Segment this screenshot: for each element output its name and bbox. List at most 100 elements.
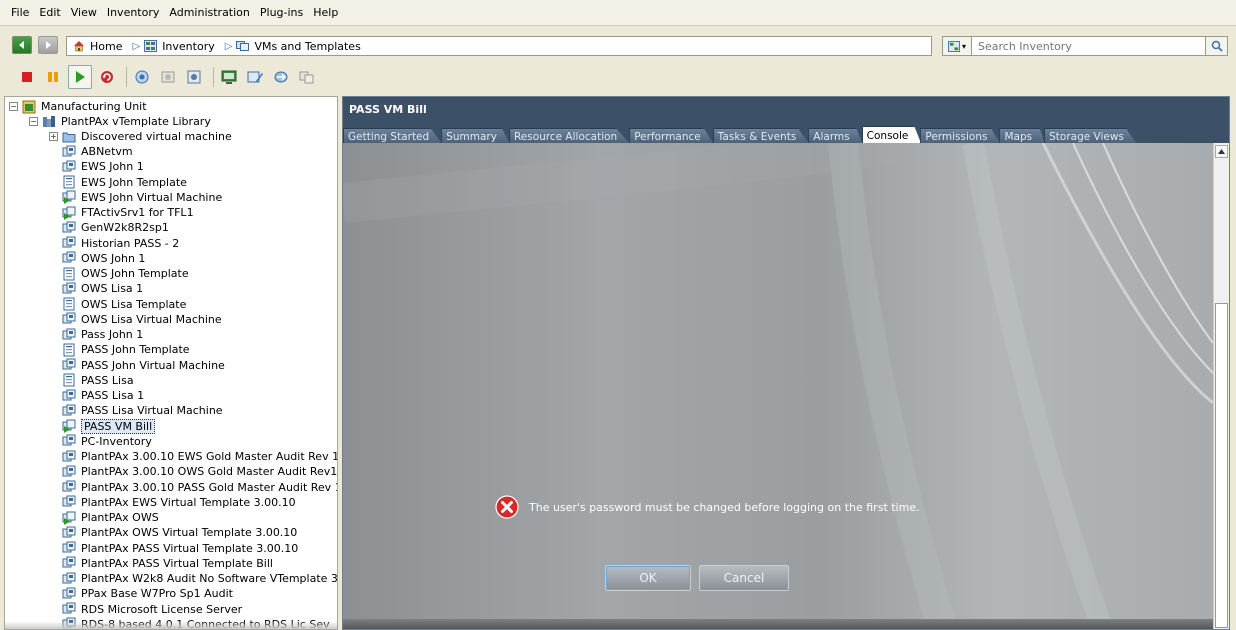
virtual-machine-icon [62,404,76,416]
back-button[interactable] [12,36,32,54]
console-screen[interactable]: The user's password must be changed befo… [343,143,1213,629]
breadcrumb-home[interactable]: Home [73,40,122,53]
virtual-machine-icon [62,602,76,614]
tree-item[interactable]: ABNetvm [62,144,133,159]
tree-item[interactable]: PC-Inventory [62,434,152,449]
expand-icon[interactable]: + [49,132,58,141]
migrate-icon [274,71,288,83]
power-on-button[interactable] [68,65,92,89]
tree-item[interactable]: GenW2k8R2sp1 [62,220,169,235]
menu-administration[interactable]: Administration [164,6,255,19]
scroll-thumb[interactable] [1215,303,1228,628]
revert-snapshot-icon [161,71,175,83]
tree-item[interactable]: PlantPAx PASS Virtual Template 3.00.10 [62,541,298,556]
tree-item[interactable]: OWS Lisa 1 [62,281,143,296]
reset-button[interactable] [96,66,118,88]
tab-resource-allocation[interactable]: Resource Allocation [508,128,631,144]
tree-item[interactable]: PASS John Template [62,342,190,357]
migrate-button[interactable] [270,66,292,88]
panel-header: PASS VM Bill Getting Started Summary Resou… [343,97,1229,145]
breadcrumb-inventory[interactable]: Inventory [144,40,215,53]
scroll-up-button[interactable] [1215,145,1228,158]
tree-item[interactable]: RDS Microsoft License Server [62,602,242,617]
tree-item[interactable]: OWS Lisa Template [62,297,186,312]
navigation-bar: Home ▷ Inventory ▷ VMs and Templates ▾ [0,30,1236,60]
edit-settings-icon [247,71,263,83]
forward-button[interactable] [38,36,58,54]
tree-item[interactable]: EWS John Virtual Machine [62,190,222,205]
tree-item[interactable]: PASS John Virtual Machine [62,358,225,373]
page-title: PASS VM Bill [349,103,427,116]
tree-item[interactable]: EWS John Template [62,175,187,190]
tab-summary[interactable]: Summary [441,128,510,144]
ok-button[interactable]: OK [605,565,691,591]
tab-storage-views[interactable]: Storage Views [1044,128,1137,144]
tree-item[interactable]: Pass John 1 [62,327,143,342]
tree-item[interactable]: FTActivSrv1 for TFL1 [62,205,194,220]
template-icon [63,175,75,189]
tree-item[interactable]: OWS John 1 [62,251,145,266]
console-scrollbar[interactable] [1213,143,1229,629]
tree-item[interactable]: EWS John 1 [62,159,144,174]
open-console-button[interactable] [218,66,240,88]
revert-snapshot-button[interactable] [157,66,179,88]
collapse-icon[interactable]: − [29,117,38,126]
collapse-icon[interactable]: − [9,102,18,111]
suspend-button[interactable] [42,66,64,88]
tree-item[interactable]: PASS Lisa 1 [62,388,144,403]
tree-item[interactable]: OWS John Template [62,266,189,281]
tree-item[interactable]: PlantPAx PASS Virtual Template Bill [62,556,273,571]
snapshot-icon [135,70,149,84]
tab-getting-started[interactable]: Getting Started [343,128,443,144]
vms-and-templates-icon [236,41,250,51]
search-scope-dropdown[interactable]: ▾ [942,36,972,56]
library-icon [43,115,55,127]
powered-on-vm-icon [62,419,76,433]
inventory-tree: − Manufacturing Unit − PlantPAx vTemplat… [4,96,338,630]
virtual-machine-icon [62,221,76,233]
menu-view[interactable]: View [66,6,102,19]
error-text: The user's password must be changed befo… [529,500,920,514]
tree-item[interactable]: Historian PASS - 2 [62,236,179,251]
menu-inventory[interactable]: Inventory [102,6,165,19]
edit-settings-button[interactable] [244,66,266,88]
template-icon [63,267,75,280]
tree-item[interactable]: PlantPAx OWS Virtual Template 3.00.10 [62,525,297,540]
tree-item[interactable]: PASS VM Bill [62,418,156,434]
menu-file[interactable]: File [6,6,34,19]
tree-item[interactable]: PASS Lisa Virtual Machine [62,403,223,418]
menu-help[interactable]: Help [308,6,343,19]
tree-folder-library[interactable]: − PlantPAx vTemplate Library [29,114,211,129]
tab-console[interactable]: Console [861,126,922,144]
tab-maps[interactable]: Maps [999,128,1046,144]
virtual-machine-icon [62,434,76,446]
menu-plug-ins[interactable]: Plug-ins [255,6,308,19]
take-snapshot-button[interactable] [131,66,153,88]
menu-edit[interactable]: Edit [34,6,65,19]
tree-item[interactable]: PlantPAx 3.00.10 OWS Gold Master Audit R… [62,464,337,479]
clone-button[interactable] [296,66,318,88]
search-input[interactable] [972,36,1206,56]
tree-item[interactable]: PPax Base W7Pro Sp1 Audit [62,586,233,601]
tab-alarms[interactable]: Alarms [808,128,863,144]
tree-folder-discovered[interactable]: + Discovered virtual machine [49,129,232,144]
tree-item[interactable]: PlantPAx 3.00.10 PASS Gold Master Audit … [62,480,337,495]
tab-permissions[interactable]: Permissions [920,128,1001,144]
power-off-button[interactable] [16,66,38,88]
tree-item[interactable]: OWS Lisa Virtual Machine [62,312,222,327]
tree-item[interactable]: PlantPAx EWS Virtual Template 3.00.10 [62,495,296,510]
virtual-machine-icon [62,328,76,339]
tree-item[interactable]: PlantPAx 3.00.10 EWS Gold Master Audit R… [62,449,337,464]
breadcrumb: Home ▷ Inventory ▷ VMs and Templates [66,36,932,56]
breadcrumb-vms-and-templates[interactable]: VMs and Templates [236,40,361,53]
tab-tasks-events[interactable]: Tasks & Events [712,128,810,144]
tree-root[interactable]: − Manufacturing Unit [9,99,147,114]
tree-item[interactable]: PlantPAx OWS [62,510,159,525]
tree-item[interactable]: PASS Lisa [62,373,134,388]
cancel-button[interactable]: Cancel [699,565,789,591]
search-button[interactable] [1206,36,1228,56]
snapshot-manager-button[interactable] [183,66,205,88]
virtual-machine-icon [62,145,76,156]
tree-item[interactable]: PlantPAx W2k8 Audit No Software VTemplat… [62,571,337,586]
tab-performance[interactable]: Performance [629,128,714,144]
